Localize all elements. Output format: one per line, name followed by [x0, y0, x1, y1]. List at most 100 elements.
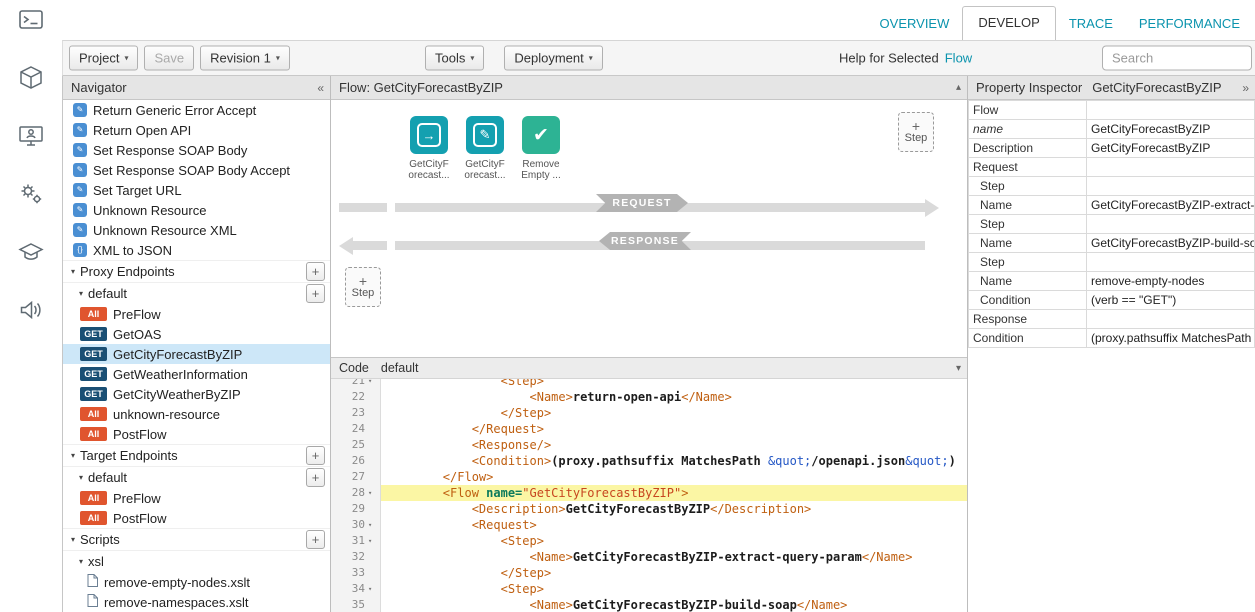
add-button[interactable]: + — [306, 468, 325, 487]
add-step-button[interactable]: + Step — [898, 112, 934, 152]
navigator-policy-return-open-api[interactable]: ✎Return Open API — [63, 120, 330, 140]
flow-label: GetCityWeatherByZIP — [113, 387, 241, 402]
section-label: Scripts — [80, 532, 120, 547]
navigator-group-default[interactable]: ▾default+ — [63, 466, 330, 488]
navigator-policy-unknown-resource[interactable]: ✎Unknown Resource — [63, 200, 330, 220]
navigator-policy-set-response-soap-body[interactable]: ✎Set Response SOAP Body — [63, 140, 330, 160]
navigator-flow-unknown-resource[interactable]: Allunknown-resource — [63, 404, 330, 424]
navigator-section-target-endpoints[interactable]: ▾Target Endpoints+ — [63, 444, 330, 466]
prop-value[interactable]: GetCityForecastByZIP-build-soap — [1087, 234, 1255, 253]
navigator-flow-preflow[interactable]: AllPreFlow — [63, 304, 330, 324]
line-gutter: 31▾ — [331, 533, 381, 549]
line-gutter: 24 — [331, 421, 381, 437]
code-line[interactable]: 30▾ <Request> — [331, 517, 967, 533]
tab-overview[interactable]: OVERVIEW — [867, 9, 963, 40]
navigator-policy-set-target-url[interactable]: ✎Set Target URL — [63, 180, 330, 200]
add-button[interactable]: + — [306, 284, 325, 303]
code-line[interactable]: 28▾ <Flow name="GetCityForecastByZIP"> — [331, 485, 967, 501]
navigator-policy-set-response-soap-body-accept[interactable]: ✎Set Response SOAP Body Accept — [63, 160, 330, 180]
collapse-flow-icon[interactable]: ▴ — [956, 82, 961, 93]
add-button[interactable]: + — [306, 262, 325, 281]
prop-value[interactable]: GetCityForecastByZIP — [1087, 120, 1255, 139]
navigator-group-default[interactable]: ▾default+ — [63, 282, 330, 304]
code-line[interactable]: 26 <Condition>(proxy.pathsuffix MatchesP… — [331, 453, 967, 469]
flow-step[interactable]: ✔RemoveEmpty ... — [514, 116, 568, 181]
help-flow-link[interactable]: Flow — [945, 51, 972, 66]
navigator-section-scripts[interactable]: ▾Scripts+ — [63, 528, 330, 550]
deployment-menu-button[interactable]: Deployment▾ — [504, 46, 602, 71]
policy-icon: ✎ — [73, 223, 87, 237]
prop-value[interactable]: (verb == "GET") — [1087, 291, 1255, 310]
project-menu-button[interactable]: Project▾ — [69, 46, 138, 71]
code-line[interactable]: 23 </Step> — [331, 405, 967, 421]
fold-toggle-icon[interactable]: ▾ — [368, 485, 381, 501]
code-line[interactable]: 21▾ <Step> — [331, 379, 967, 389]
announcements-icon[interactable] — [17, 296, 45, 324]
code-line[interactable]: 29 <Description>GetCityForecastByZIP</De… — [331, 501, 967, 517]
line-number: 21 — [331, 379, 368, 389]
code-line[interactable]: 25 <Response/> — [331, 437, 967, 453]
policy-icon: ✎ — [73, 163, 87, 177]
navigator-flow-getcityforecastbyzip[interactable]: GETGetCityForecastByZIP — [63, 344, 330, 364]
save-button[interactable]: Save — [144, 46, 194, 71]
navigator-file-remove-namespaces-xslt[interactable]: remove-namespaces.xslt — [63, 592, 330, 612]
code-line[interactable]: 27 </Flow> — [331, 469, 967, 485]
code-tab-default[interactable]: default — [381, 361, 419, 375]
policy-icon: ✎ — [73, 203, 87, 217]
navigator-flow-postflow[interactable]: AllPostFlow — [63, 508, 330, 528]
fold-toggle-icon[interactable]: ▾ — [368, 533, 381, 549]
navigator-policy-xml-to-json[interactable]: {}XML to JSON — [63, 240, 330, 260]
search-input[interactable] — [1102, 46, 1252, 71]
code-line[interactable]: 32 <Name>GetCityForecastByZIP-extract-qu… — [331, 549, 967, 565]
tab-performance[interactable]: PERFORMANCE — [1126, 9, 1253, 40]
collapse-navigator-icon[interactable]: « — [317, 81, 324, 95]
package-icon[interactable] — [17, 64, 45, 92]
tab-develop[interactable]: DEVELOP — [962, 6, 1055, 40]
code-line[interactable]: 24 </Request> — [331, 421, 967, 437]
navigator-file-remove-empty-nodes-xslt[interactable]: remove-empty-nodes.xslt — [63, 572, 330, 592]
add-button[interactable]: + — [306, 530, 325, 549]
tools-menu-button[interactable]: Tools▾ — [425, 46, 484, 71]
navigator-section-proxy-endpoints[interactable]: ▾Proxy Endpoints+ — [63, 260, 330, 282]
collapse-inspector-icon[interactable]: » — [1242, 81, 1249, 95]
navigator-group-xsl[interactable]: ▾xsl — [63, 550, 330, 572]
code-line[interactable]: 31▾ <Step> — [331, 533, 967, 549]
method-badge: All — [80, 511, 107, 525]
toolbar: Project▾ Save Revision 1▾ Tools▾ Deploym… — [62, 40, 1255, 76]
prop-value[interactable]: (proxy.pathsuffix MatchesPath "/c — [1087, 329, 1255, 348]
navigator-flow-postflow[interactable]: AllPostFlow — [63, 424, 330, 444]
code-line[interactable]: 22 <Name>return-open-api</Name> — [331, 389, 967, 405]
add-button[interactable]: + — [306, 446, 325, 465]
code-editor[interactable]: 21▾ <Step>22 <Name>return-open-api</Name… — [331, 379, 967, 612]
training-icon[interactable] — [17, 122, 45, 150]
collapse-code-icon[interactable]: ▾ — [956, 363, 961, 374]
navigator-flow-getoas[interactable]: GETGetOAS — [63, 324, 330, 344]
fold-toggle-icon[interactable]: ▾ — [368, 517, 381, 533]
code-line[interactable]: 33 </Step> — [331, 565, 967, 581]
navigator-flow-getweatherinformation[interactable]: GETGetWeatherInformation — [63, 364, 330, 384]
help-for-selected-label: Help for Selected — [839, 51, 939, 66]
education-icon[interactable] — [17, 238, 45, 266]
prop-label: Step — [969, 253, 1087, 272]
add-step-button[interactable]: + Step — [345, 267, 381, 307]
tab-trace[interactable]: TRACE — [1056, 9, 1126, 40]
navigator-policy-return-generic-error-accept[interactable]: ✎Return Generic Error Accept — [63, 100, 330, 120]
triangle-expanded-icon: ▾ — [71, 267, 75, 276]
flow-step[interactable]: →GetCityForecast... — [402, 116, 456, 181]
flow-label: PostFlow — [113, 427, 166, 442]
prop-value[interactable]: GetCityForecastByZIP-extract-qu — [1087, 196, 1255, 215]
fold-toggle-icon[interactable]: ▾ — [368, 581, 381, 597]
prop-value[interactable]: GetCityForecastByZIP — [1087, 139, 1255, 158]
fold-toggle-icon[interactable]: ▾ — [368, 379, 381, 389]
flow-step[interactable]: ✎GetCityForecast... — [458, 116, 512, 181]
settings-icon[interactable] — [17, 180, 45, 208]
revision-menu-button[interactable]: Revision 1▾ — [200, 46, 290, 71]
terminal-icon[interactable] — [17, 6, 45, 34]
navigator-flow-getcityweatherbyzip[interactable]: GETGetCityWeatherByZIP — [63, 384, 330, 404]
navigator-panel: Navigator « ✎Return Generic Error Accept… — [63, 76, 331, 612]
navigator-flow-preflow[interactable]: AllPreFlow — [63, 488, 330, 508]
prop-value[interactable]: remove-empty-nodes — [1087, 272, 1255, 291]
code-line[interactable]: 34▾ <Step> — [331, 581, 967, 597]
code-line[interactable]: 35 <Name>GetCityForecastByZIP-build-soap… — [331, 597, 967, 612]
navigator-policy-unknown-resource-xml[interactable]: ✎Unknown Resource XML — [63, 220, 330, 240]
